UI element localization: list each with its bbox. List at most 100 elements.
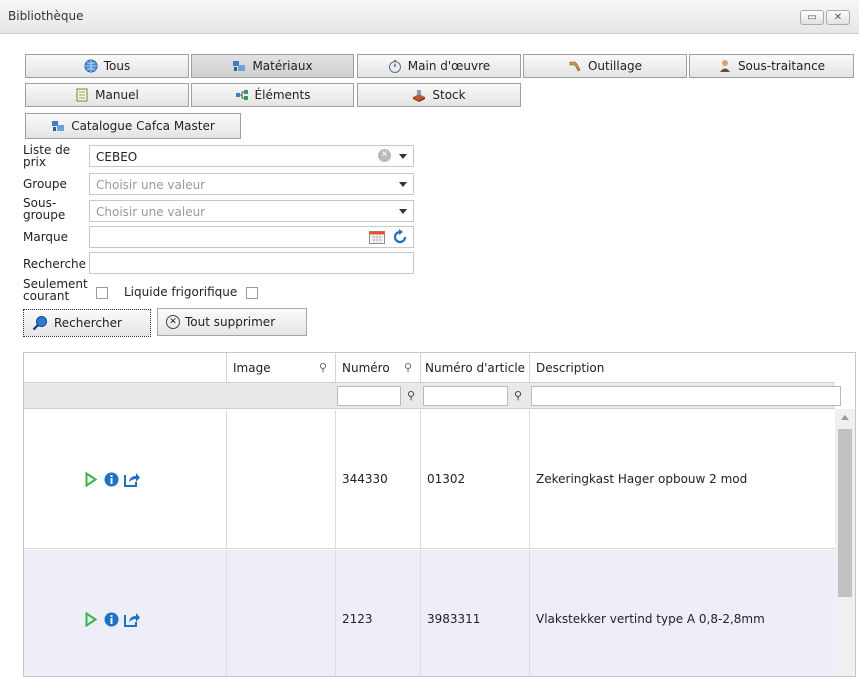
only-current-label: Seulement courant bbox=[23, 277, 88, 303]
subgroup-select[interactable]: Choisir une valeur bbox=[89, 200, 414, 222]
play-icon[interactable] bbox=[85, 472, 97, 487]
brand-label: Marque bbox=[23, 230, 69, 244]
share-icon[interactable] bbox=[124, 471, 141, 487]
tab-label: Manuel bbox=[95, 88, 139, 102]
circle-x-icon: ✕ bbox=[166, 315, 180, 329]
article-cell: 3983311 bbox=[421, 550, 530, 676]
refrigerant-label: Liquide frigorifique bbox=[124, 285, 238, 299]
tab-label: Outillage bbox=[587, 59, 643, 73]
search-button[interactable]: Rechercher bbox=[23, 309, 151, 337]
scroll-up-arrow-icon[interactable] bbox=[841, 415, 849, 420]
materials-icon bbox=[233, 61, 246, 71]
pin-icon[interactable]: ⚲ bbox=[404, 361, 412, 374]
refrigerant-checkbox[interactable] bbox=[246, 287, 258, 299]
table-row[interactable]: 2123 3983311 Vlakstekker vertind type A … bbox=[24, 550, 835, 676]
tab-stock[interactable]: Stock bbox=[357, 83, 521, 107]
chevron-down-icon[interactable] bbox=[399, 182, 407, 187]
numero-filter-input[interactable] bbox=[337, 386, 401, 406]
document-icon bbox=[76, 88, 88, 102]
description-filter-input[interactable] bbox=[531, 386, 841, 406]
price-list-value: CEBEO bbox=[96, 150, 138, 164]
tab-label: Matériaux bbox=[252, 59, 313, 73]
numero-cell: 344330 bbox=[336, 410, 421, 549]
stock-icon bbox=[413, 90, 426, 102]
close-button[interactable]: ✕ bbox=[826, 10, 850, 25]
tab-manuel[interactable]: Manuel bbox=[25, 83, 189, 107]
article-cell: 01302 bbox=[421, 410, 530, 549]
tab-label: Main d'œuvre bbox=[407, 59, 491, 73]
price-list-select[interactable]: CEBEO ✕ bbox=[89, 145, 414, 167]
numero-cell: 2123 bbox=[336, 550, 421, 676]
tab-main-doeuvre[interactable]: Main d'œuvre bbox=[357, 54, 521, 78]
chevron-down-icon[interactable] bbox=[399, 209, 407, 214]
catalogue-label: Catalogue Cafca Master bbox=[71, 119, 215, 133]
window-title: Bibliothèque bbox=[8, 9, 84, 23]
window-titlebar: Bibliothèque ▭ ✕ bbox=[0, 0, 859, 34]
tab-outillage[interactable]: Outillage bbox=[523, 54, 687, 78]
tab-sous-traitance[interactable]: Sous-traitance bbox=[689, 54, 854, 78]
info-icon[interactable] bbox=[104, 612, 119, 627]
tab-label: Tous bbox=[103, 59, 131, 73]
table-row[interactable]: 344330 01302 Zekeringkast Hager opbouw 2… bbox=[24, 410, 835, 549]
search-label: Recherche bbox=[23, 257, 87, 271]
filter-row: ⚲ ⚲ bbox=[24, 383, 841, 409]
group-placeholder: Choisir une valeur bbox=[96, 178, 206, 192]
magnifier-icon bbox=[32, 316, 47, 331]
numero-value: 2123 bbox=[342, 612, 373, 626]
tab-materiaux[interactable]: Matériaux bbox=[191, 54, 354, 78]
description-cell: Zekeringkast Hager opbouw 2 mod bbox=[530, 410, 835, 549]
clear-icon[interactable]: ✕ bbox=[378, 149, 391, 162]
article-filter-input[interactable] bbox=[423, 386, 508, 406]
image-cell bbox=[227, 550, 336, 676]
person-icon bbox=[719, 60, 730, 72]
globe-icon bbox=[84, 59, 98, 73]
clear-all-button[interactable]: ✕ Tout supprimer bbox=[157, 308, 307, 336]
catalogue-cafca-master-button[interactable]: Catalogue Cafca Master bbox=[25, 113, 241, 139]
article-value: 3983311 bbox=[427, 612, 481, 626]
column-description-header[interactable]: Description bbox=[530, 353, 835, 383]
subgroup-placeholder: Choisir une valeur bbox=[96, 205, 206, 219]
image-cell bbox=[227, 410, 336, 549]
only-current-checkbox[interactable] bbox=[96, 287, 108, 299]
filter-icon[interactable]: ⚲ bbox=[514, 389, 522, 402]
clear-all-label: Tout supprimer bbox=[185, 315, 276, 329]
tab-label: Stock bbox=[432, 88, 466, 102]
search-button-label: Rechercher bbox=[54, 316, 122, 330]
subgroup-label: Sous-groupe bbox=[23, 196, 66, 222]
column-numero-header[interactable]: Numéro ⚲ bbox=[336, 353, 421, 383]
column-actions-header bbox=[24, 353, 227, 383]
restore-button[interactable]: ▭ bbox=[800, 10, 824, 25]
column-image-header[interactable]: Image ⚲ bbox=[227, 353, 336, 383]
vertical-scrollbar[interactable] bbox=[835, 409, 855, 676]
column-label: Image bbox=[233, 361, 271, 375]
tab-elements[interactable]: Éléments bbox=[191, 83, 354, 107]
description-value: Vlakstekker vertind type A 0,8-2,8mm bbox=[536, 612, 765, 626]
chevron-down-icon[interactable] bbox=[399, 154, 407, 159]
elements-icon bbox=[235, 90, 248, 100]
tab-label: Sous-traitance bbox=[737, 59, 826, 73]
column-numero-article-header[interactable]: Numéro d'article bbox=[421, 353, 530, 383]
tool-icon bbox=[569, 61, 581, 72]
group-select[interactable]: Choisir une valeur bbox=[89, 173, 414, 195]
brand-input[interactable] bbox=[89, 226, 414, 248]
group-label: Groupe bbox=[23, 177, 67, 191]
filter-icon[interactable]: ⚲ bbox=[407, 389, 415, 402]
search-input[interactable] bbox=[89, 252, 414, 274]
share-icon[interactable] bbox=[124, 611, 141, 627]
article-value: 01302 bbox=[427, 472, 466, 486]
calendar-icon[interactable] bbox=[369, 231, 385, 244]
column-label: Numéro bbox=[342, 361, 390, 375]
actions-cell bbox=[24, 410, 227, 549]
refresh-icon[interactable] bbox=[392, 229, 408, 245]
price-list-label: Liste de prix bbox=[23, 143, 71, 169]
scrollbar-thumb[interactable] bbox=[838, 429, 852, 597]
tab-tous[interactable]: Tous bbox=[25, 54, 189, 78]
results-grid: Image ⚲ Numéro ⚲ Numéro d'article Descri… bbox=[23, 352, 856, 677]
info-icon[interactable] bbox=[104, 472, 119, 487]
stopwatch-icon bbox=[388, 60, 401, 73]
numero-value: 344330 bbox=[342, 472, 388, 486]
play-icon[interactable] bbox=[85, 612, 97, 627]
pin-icon[interactable]: ⚲ bbox=[319, 361, 327, 374]
actions-cell bbox=[24, 550, 227, 676]
grid-header: Image ⚲ Numéro ⚲ Numéro d'article Descri… bbox=[24, 353, 835, 383]
